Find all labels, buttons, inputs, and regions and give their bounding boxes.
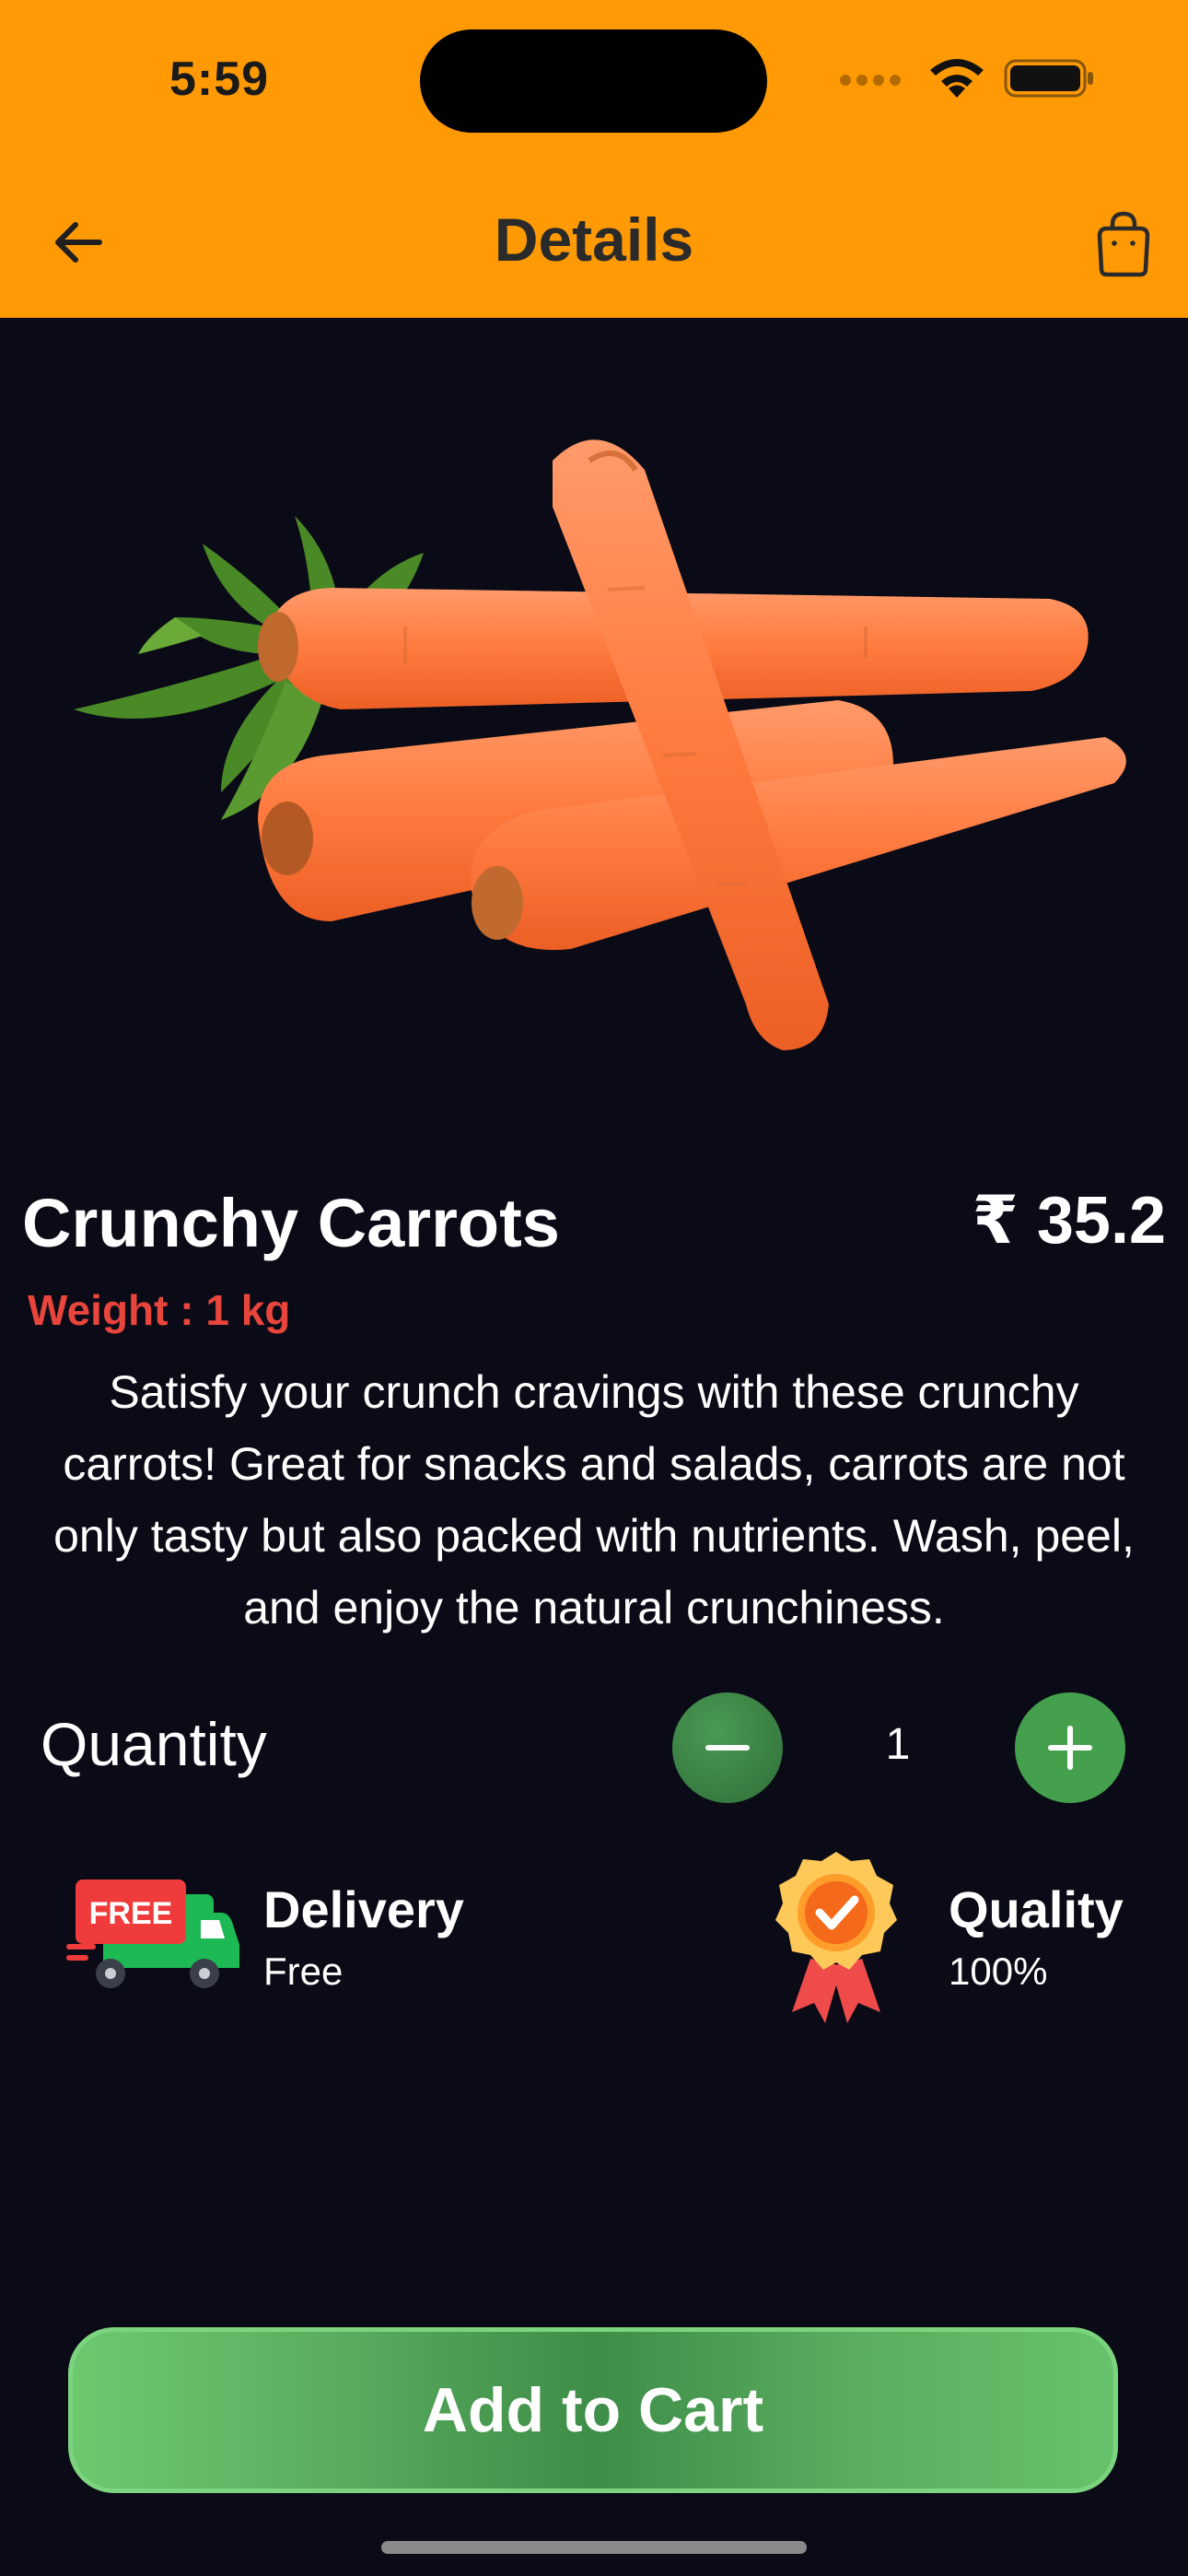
- quality-badge-icon: [775, 1852, 897, 2023]
- add-to-cart-button[interactable]: Add to Cart: [68, 2327, 1118, 2493]
- delivery-subtitle: Free: [263, 1950, 344, 1993]
- delivery-badge-text: FREE: [89, 1896, 173, 1931]
- delivery-truck-icon: FREE: [66, 1879, 239, 1988]
- quality-subtitle: 100%: [949, 1950, 1048, 1993]
- minus-icon: [705, 1745, 750, 1751]
- delivery-title: Delivery: [263, 1880, 464, 1938]
- product-name: Crunchy Carrots: [22, 1185, 560, 1261]
- signal-icon: [840, 75, 901, 86]
- product-price: ₹ 35.2: [972, 1184, 1166, 1258]
- product-description: Satisfy your crunch cravings with these …: [53, 1366, 1135, 1633]
- page-title: Details: [494, 205, 694, 274]
- product-weight: Weight : 1 kg: [28, 1286, 291, 1334]
- status-icons: [838, 55, 1096, 101]
- status-time: 5:59: [169, 53, 270, 106]
- shopping-bag-icon: [1097, 211, 1150, 277]
- product-image: [74, 439, 1126, 1051]
- quantity-value: 1: [885, 1720, 911, 1769]
- quantity-decrease-button[interactable]: [672, 1692, 783, 1803]
- quality-title: Quality: [949, 1880, 1124, 1938]
- cart-button[interactable]: [1087, 208, 1160, 282]
- battery-icon: [1004, 59, 1093, 98]
- quantity-label: Quantity: [41, 1710, 267, 1778]
- dynamic-island: [420, 29, 767, 133]
- plus-icon: [1048, 1726, 1092, 1770]
- home-indicator[interactable]: [381, 2541, 807, 2554]
- wifi-icon: [930, 59, 984, 98]
- quantity-increase-button[interactable]: [1015, 1692, 1125, 1803]
